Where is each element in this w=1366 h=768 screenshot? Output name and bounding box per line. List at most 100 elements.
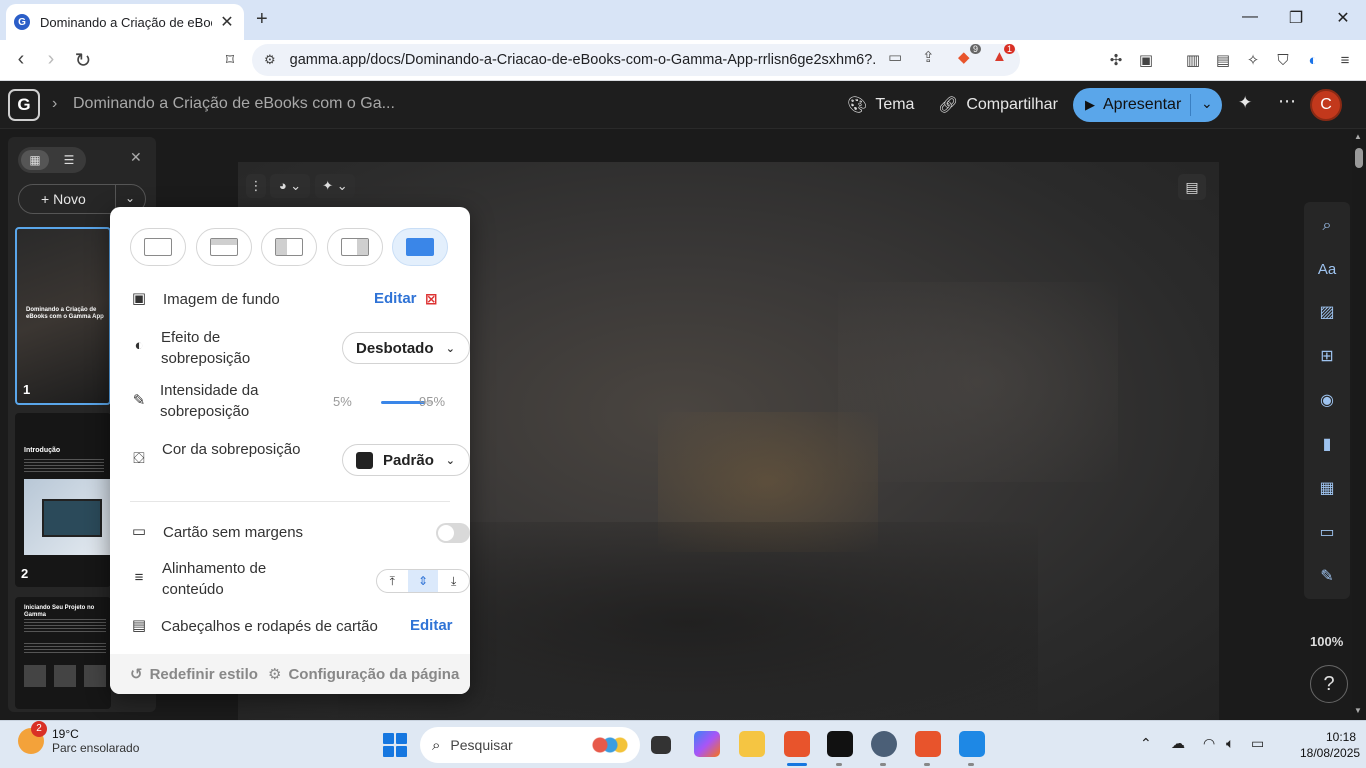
volume-icon[interactable]: 🔈︎ xyxy=(1226,735,1234,752)
back-arrow-icon[interactable]: ‹ xyxy=(8,48,34,71)
layout-background-icon xyxy=(406,238,434,256)
vertical-scrollbar[interactable]: ▲ ▼ xyxy=(1352,130,1366,720)
card-thumbnail-3[interactable]: Iniciando Seu Projeto no Gamma xyxy=(15,597,111,709)
share-button[interactable]: 🔗︎ Compartilhar xyxy=(938,95,1058,115)
tab-close-icon[interactable]: ✕ xyxy=(218,12,236,32)
windows-start-icon[interactable] xyxy=(383,733,407,757)
remove-image-icon[interactable]: ⊠ xyxy=(425,290,438,308)
file-explorer-icon[interactable] xyxy=(739,731,765,757)
browser-tab-active[interactable]: G Dominando a Criação de eBooks ✕ xyxy=(6,4,244,40)
minimize-window-icon[interactable]: — xyxy=(1235,8,1265,26)
overlay-color-swatch xyxy=(356,451,373,469)
browser-menu-icon[interactable]: ≡ xyxy=(1334,50,1356,72)
layout-top-button[interactable] xyxy=(196,228,252,266)
new-card-chevron-icon[interactable]: ⌄ xyxy=(125,191,135,205)
view-toggle: ▦ ☰ xyxy=(18,147,86,173)
list-view-icon[interactable]: ☰ xyxy=(55,150,83,170)
chart-icon[interactable]: ▮ xyxy=(1316,434,1338,456)
right-toolbar: ⌕ Aa ▨ ⊞ ◉ ▮ ▦ ▭ ✎ xyxy=(1304,202,1350,599)
url-text[interactable]: gamma.app/docs/Dominando-a-Criacao-de-eB… xyxy=(290,52,876,68)
card-menu-icon[interactable]: ⋮ xyxy=(246,174,266,198)
scroll-down-icon[interactable]: ▼ xyxy=(1354,706,1362,715)
align-middle-icon[interactable]: ⇕ xyxy=(407,570,439,592)
extensions-puzzle-icon[interactable]: ✣ xyxy=(1105,50,1127,72)
gamma-logo-icon[interactable]: G xyxy=(8,89,40,121)
reload-icon[interactable]: ↻ xyxy=(70,48,96,73)
weather-widget[interactable]: 2 19°C Parc ensolarado xyxy=(18,721,139,755)
forward-arrow-icon[interactable]: › xyxy=(38,48,64,71)
card-thumbnail-2[interactable]: Introdução 2 xyxy=(15,413,111,587)
leo-ai-icon[interactable]: ✧ xyxy=(1242,50,1264,72)
bookmark-icon[interactable]: ⌑ xyxy=(217,50,243,70)
thumbnail-view-icon[interactable]: ▦ xyxy=(21,150,49,170)
edit-icon[interactable]: ✎ xyxy=(1316,566,1338,588)
scroll-up-icon[interactable]: ▲ xyxy=(1354,132,1362,141)
layout-right-button[interactable] xyxy=(327,228,383,266)
present-options-chevron-icon[interactable]: ⌄ xyxy=(1201,95,1213,112)
overlay-effect-dropdown[interactable]: Desbotado ⌄ xyxy=(342,332,470,364)
new-tab-plus-icon[interactable]: + xyxy=(256,8,268,31)
layout-background-button[interactable] xyxy=(392,228,448,266)
close-window-icon[interactable]: ✕ xyxy=(1328,8,1358,28)
tray-overflow-chevron-icon[interactable]: ⌃ xyxy=(1140,735,1152,752)
layout-blank-button[interactable] xyxy=(130,228,186,266)
capcut-icon[interactable] xyxy=(827,731,853,757)
text-style-icon[interactable]: Aa xyxy=(1316,259,1338,281)
layout-left-button[interactable] xyxy=(261,228,317,266)
card-style-palette-icon[interactable]: ◕ ⌄ xyxy=(270,174,310,198)
panel-close-icon[interactable]: ✕ xyxy=(130,149,142,166)
notepad-icon[interactable] xyxy=(959,731,985,757)
image-icon[interactable]: ▨ xyxy=(1316,302,1338,324)
ai-sparkle-icon[interactable]: ✦ xyxy=(1238,93,1252,113)
overlay-color-dropdown[interactable]: Padrão ⌄ xyxy=(342,444,470,476)
scrollbar-thumb[interactable] xyxy=(1355,148,1363,168)
thumbnail-text-lines xyxy=(24,619,106,633)
task-view-icon[interactable] xyxy=(651,736,671,754)
sidebar-toggle-icon[interactable]: ▥ xyxy=(1182,50,1204,72)
background-image-edit-link[interactable]: Editar xyxy=(374,290,417,307)
doc-title[interactable]: Dominando a Criação de eBooks com o Ga..… xyxy=(73,95,395,113)
vpn-shield-icon[interactable]: ⛉ xyxy=(1272,50,1294,72)
share-page-icon[interactable]: ⇪ xyxy=(922,48,935,66)
form-icon[interactable]: ▭ xyxy=(1316,522,1338,544)
present-button[interactable]: ▶ Apresentar ⌄ xyxy=(1073,88,1222,122)
taskbar-search[interactable]: ⌕ Pesquisar xyxy=(420,727,640,763)
battery-icon[interactable]: ▭ xyxy=(1251,735,1264,752)
onedrive-cloud-icon[interactable]: ☁ xyxy=(1171,735,1185,752)
taskbar-clock[interactable]: 10:18 18/08/2025 xyxy=(1300,729,1360,761)
brave-shields-icon[interactable]: ◆ xyxy=(958,48,970,66)
align-top-icon[interactable]: ⤒ xyxy=(377,570,408,592)
card-ai-icon[interactable]: ✦ ⌄ xyxy=(315,174,355,198)
headers-footers-edit-link[interactable]: Editar xyxy=(410,617,453,634)
help-button[interactable]: ? xyxy=(1310,665,1348,703)
align-bottom-icon[interactable]: ⤓ xyxy=(438,570,469,592)
card-thumbnail-1[interactable]: Dominando a Criação de eBooks com o Gamm… xyxy=(15,227,111,405)
maximize-window-icon[interactable]: ❐ xyxy=(1281,8,1311,28)
more-options-icon[interactable]: ⋯ xyxy=(1278,91,1296,112)
borderless-card-toggle[interactable] xyxy=(436,523,470,543)
copilot-icon[interactable] xyxy=(694,731,720,757)
page-setup-button[interactable]: ⚙ Configuração da página xyxy=(268,665,459,684)
site-info-icon[interactable]: ⚙ xyxy=(264,52,276,68)
header-footer-icon: ▤ xyxy=(131,617,147,634)
video-icon[interactable]: ▦ xyxy=(1316,478,1338,500)
layout-blocks-icon[interactable]: ⊞ xyxy=(1316,346,1338,368)
chevron-down-icon: ⌄ xyxy=(445,342,455,355)
profile-globe-icon[interactable]: ◐ xyxy=(1302,50,1324,72)
brave-browser-icon[interactable] xyxy=(784,731,810,757)
zoom-level[interactable]: 100% xyxy=(1310,634,1343,649)
search-icon[interactable]: ⌕ xyxy=(1316,215,1338,237)
reading-mode-icon[interactable]: ▣ xyxy=(1135,50,1157,72)
install-app-icon[interactable]: ▭ xyxy=(888,48,902,66)
user-avatar[interactable]: C xyxy=(1310,89,1342,121)
address-bar[interactable]: ⚙ gamma.app/docs/Dominando-a-Criacao-de-… xyxy=(252,44,1020,76)
weather-sun-icon: 2 xyxy=(18,721,47,754)
embed-icon[interactable]: ◉ xyxy=(1316,390,1338,412)
theme-button[interactable]: 🎨︎ Tema xyxy=(847,95,914,115)
reset-style-button[interactable]: ↺ Redefinir estilo xyxy=(130,665,258,684)
settings-gear-icon[interactable] xyxy=(871,731,897,757)
card-notes-icon[interactable]: ▤ xyxy=(1178,174,1206,200)
wallet-icon[interactable]: ▤ xyxy=(1212,50,1234,72)
brave-beta-icon[interactable] xyxy=(915,731,941,757)
wifi-icon[interactable]: ◠ xyxy=(1203,735,1215,752)
